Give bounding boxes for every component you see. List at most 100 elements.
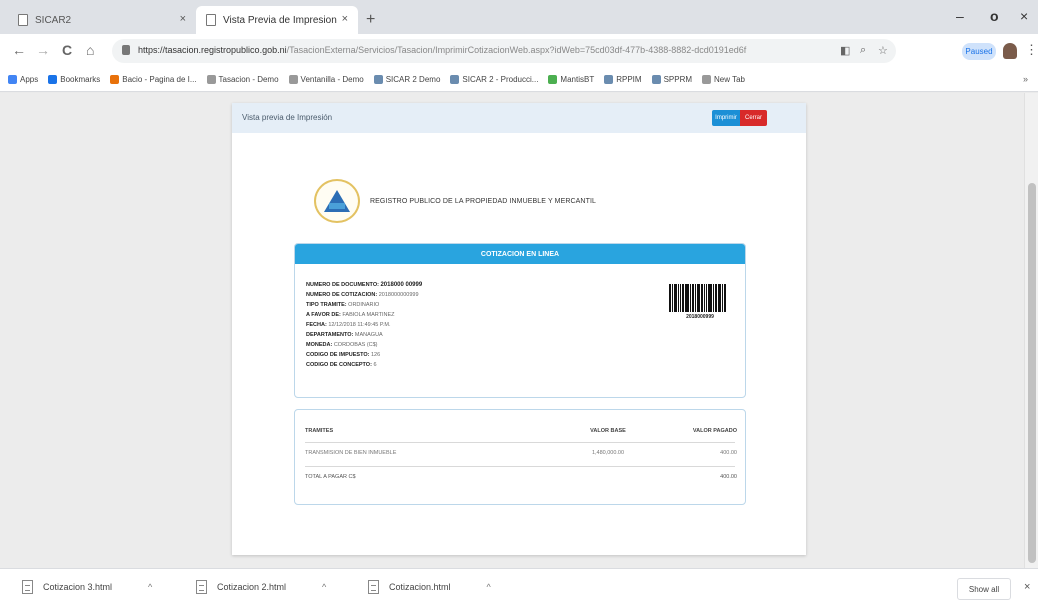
- tab-close-icon[interactable]: ×: [180, 13, 186, 25]
- bookmark-label: SPPRM: [663, 75, 693, 84]
- tab-vista-previa[interactable]: Vista Previa de Impresion ×: [196, 6, 358, 34]
- tab-close-icon[interactable]: ×: [342, 13, 348, 25]
- tab-strip: SICAR2 × Vista Previa de Impresion × + –…: [0, 0, 1038, 34]
- scrollbar-thumb[interactable]: [1028, 183, 1036, 563]
- file-icon: [22, 580, 33, 594]
- total-value: 400.00: [720, 474, 737, 480]
- bookmark-item[interactable]: Apps: [8, 75, 38, 84]
- chevron-up-icon[interactable]: ^: [487, 582, 491, 592]
- field-value: MANAGUA: [354, 332, 383, 338]
- bookmark-item[interactable]: New Tab: [702, 75, 745, 84]
- bookmarks-overflow-icon[interactable]: »: [1023, 74, 1028, 84]
- menu-icon[interactable]: ⋮: [1025, 42, 1038, 58]
- url-path: /TasacionExterna/Servicios/Tasacion/Impr…: [286, 45, 747, 55]
- barcode-icon: [669, 284, 731, 312]
- forward-icon[interactable]: →: [36, 42, 50, 58]
- table-cell: 400.00: [720, 450, 737, 456]
- field-key: MONEDA:: [306, 342, 333, 348]
- field-value: 2018000 00999: [380, 282, 423, 288]
- tab-title: Vista Previa de Impresion: [223, 14, 337, 26]
- field-key: TIPO TRAMITE:: [306, 302, 347, 308]
- divider: [305, 466, 735, 467]
- table-cell: TRANSMISION DE BIEN INMUEBLE: [305, 450, 397, 456]
- download-item[interactable]: Cotizacion 2.html ^: [196, 580, 326, 594]
- print-button[interactable]: Imprimir: [712, 110, 740, 126]
- bookmark-item[interactable]: SPPRM: [651, 75, 693, 84]
- bookmark-item[interactable]: Bookmarks: [48, 75, 100, 84]
- chevron-up-icon[interactable]: ^: [322, 582, 326, 592]
- field-value: 6: [373, 362, 377, 368]
- field-key: A FAVOR DE:: [306, 312, 341, 318]
- field-value: 12/12/2018 11:49:45 P.M.: [328, 322, 391, 328]
- column-header: TRAMITES: [305, 428, 334, 434]
- page-icon: [18, 14, 28, 26]
- bookmark-item[interactable]: SICAR 2 Demo: [373, 75, 441, 84]
- url-text: https://tasacion.registropublico.gob.ni/…: [138, 45, 778, 55]
- close-button[interactable]: Cerrar: [740, 110, 767, 126]
- barcode-number: 2018000999: [686, 314, 714, 320]
- scrollbar[interactable]: [1024, 93, 1038, 568]
- download-filename: Cotizacion 3.html: [43, 582, 113, 592]
- download-shelf: Cotizacion 3.html ^ Cotizacion 2.html ^ …: [0, 568, 1038, 607]
- page-icon: [288, 75, 298, 84]
- column-header: VALOR PAGADO: [692, 428, 737, 434]
- close-shelf-icon[interactable]: ×: [1024, 581, 1030, 593]
- field-key: CODIGO DE IMPUESTO:: [306, 352, 370, 358]
- bookmark-item[interactable]: Ventanilla - Demo: [288, 75, 364, 84]
- quote-field: TIPO TRAMITE: ORDINARIO: [306, 300, 422, 310]
- app-icon: [373, 75, 383, 84]
- download-item[interactable]: Cotizacion 3.html ^: [22, 580, 152, 594]
- bookmark-label: Ventanilla - Demo: [300, 75, 364, 84]
- bookmark-label: Bookmarks: [60, 75, 101, 84]
- field-value: ORDINARIO: [348, 302, 380, 308]
- agency-name: REGISTRO PUBLICO DE LA PROPIEDAD INMUEBL…: [370, 198, 596, 205]
- download-filename: Cotizacion 2.html: [217, 582, 287, 592]
- address-bar[interactable]: https://tasacion.registropublico.gob.ni/…: [112, 39, 896, 63]
- tab-sicar2[interactable]: SICAR2 ×: [8, 6, 196, 34]
- translate-icon[interactable]: ◧: [840, 44, 850, 57]
- bookmark-label: SICAR 2 Demo: [385, 75, 441, 84]
- maximize-icon[interactable]: o: [990, 8, 999, 24]
- bookmark-label: Tasacion - Demo: [218, 75, 279, 84]
- quote-field: CODIGO DE CONCEPTO: 6: [306, 360, 422, 370]
- field-value: CORDOBAS (C$): [333, 342, 378, 348]
- coat-of-arms-seal-icon: [314, 179, 360, 223]
- star-icon[interactable]: ☆: [878, 44, 888, 57]
- back-icon[interactable]: ←: [12, 42, 26, 58]
- bookmark-item[interactable]: SICAR 2 - Producci...: [450, 75, 538, 84]
- home-icon[interactable]: ⌂: [86, 42, 94, 58]
- field-key: CODIGO DE CONCEPTO:: [306, 362, 372, 368]
- quote-panel: COTIZACION EN LINEA NUMERO DE DOCUMENTO:…: [294, 243, 746, 398]
- bookmark-item[interactable]: Tasacion - Demo: [206, 75, 279, 84]
- table-cell: 1,480,000.00: [591, 450, 625, 456]
- field-value: 2018000000999: [378, 292, 419, 298]
- quote-field: NUMERO DE DOCUMENTO: 2018000 00999: [306, 280, 422, 290]
- bookmark-label: MantisBT: [560, 75, 595, 84]
- show-all-button[interactable]: Show all: [957, 578, 1011, 600]
- preview-title: Vista previa de Impresión: [242, 113, 333, 122]
- app-icon: [450, 75, 460, 84]
- quote-field: FECHA: 12/12/2018 11:49:45 P.M.: [306, 320, 422, 330]
- mantis-icon: [548, 75, 558, 84]
- bookmark-item[interactable]: Bacio - Pagina de I...: [110, 75, 197, 84]
- chevron-up-icon[interactable]: ^: [148, 582, 152, 592]
- quote-field: MONEDA: CORDOBAS (C$): [306, 340, 422, 350]
- bookmark-label: Apps: [20, 75, 39, 84]
- download-item[interactable]: Cotizacion.html ^: [368, 580, 491, 594]
- profile-avatar[interactable]: [1003, 43, 1017, 59]
- minimize-icon[interactable]: –: [956, 8, 964, 24]
- quote-field: CODIGO DE IMPUESTO: 126: [306, 350, 422, 360]
- bookmark-item[interactable]: RPPIM: [604, 75, 642, 84]
- bookmark-label: RPPIM: [616, 75, 642, 84]
- paused-button[interactable]: Paused: [962, 43, 996, 60]
- field-key: NUMERO DE COTIZACION:: [306, 292, 378, 298]
- reload-icon[interactable]: C: [62, 42, 72, 58]
- window-close-icon[interactable]: ×: [1020, 8, 1028, 24]
- new-tab-button[interactable]: +: [366, 11, 375, 29]
- zoom-icon[interactable]: ⌕: [860, 44, 866, 57]
- bookmark-item[interactable]: MantisBT: [548, 75, 594, 84]
- column-header: VALOR BASE: [590, 428, 626, 434]
- page-icon: [206, 75, 216, 84]
- download-filename: Cotizacion.html: [389, 582, 451, 592]
- app-icon: [604, 75, 614, 84]
